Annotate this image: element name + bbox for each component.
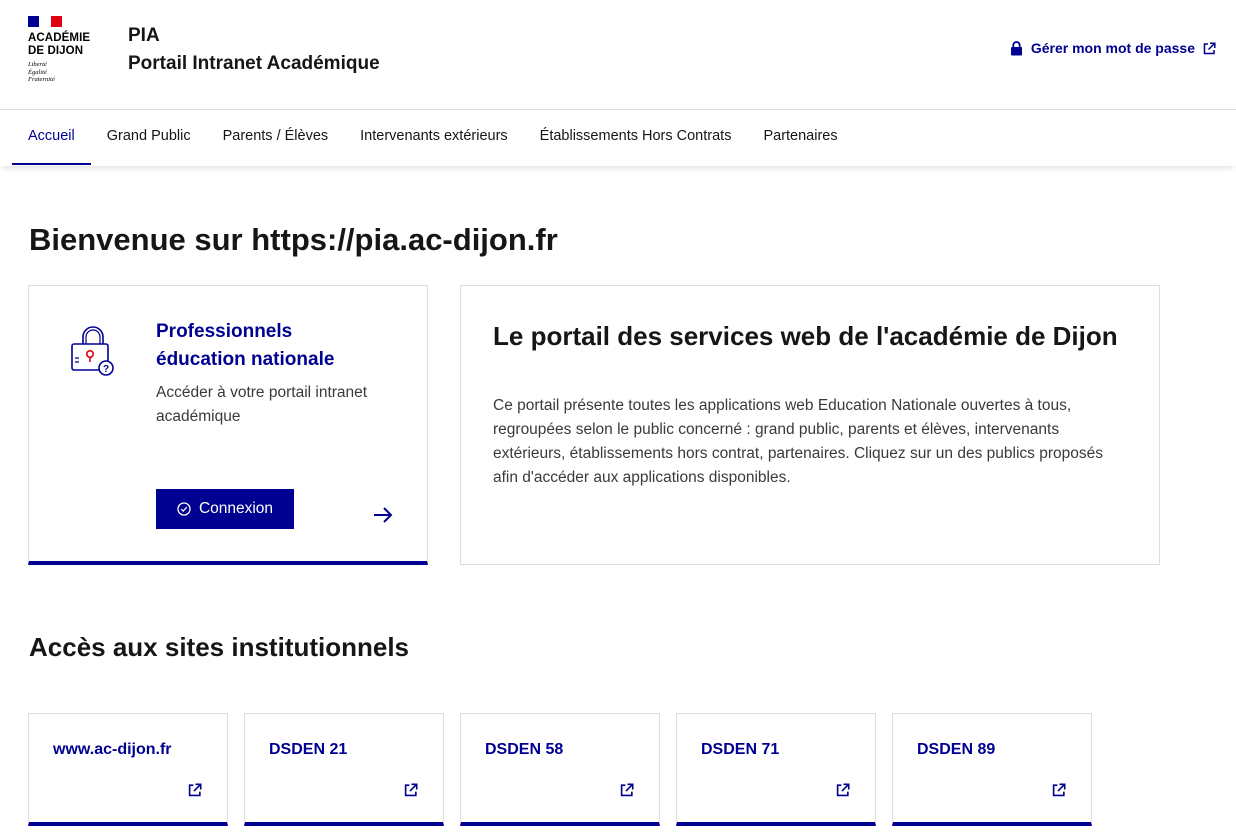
flag-icon	[28, 16, 62, 27]
manage-password-link[interactable]: Gérer mon mot de passe	[1010, 40, 1216, 56]
external-link-icon	[1203, 41, 1216, 54]
nav-item-parents-eleves[interactable]: Parents / Élèves	[207, 110, 345, 165]
pro-card-title[interactable]: Professionnels éducation nationale	[156, 318, 386, 374]
main-navigation: Accueil Grand Public Parents / Élèves In…	[0, 110, 1236, 166]
site-tile-dsden-89[interactable]: DSDEN 89	[892, 713, 1092, 826]
logo-line: ACADÉMIE	[28, 32, 91, 44]
site-subtitle[interactable]: Portail Intranet Académique	[128, 52, 380, 76]
site-header: ACADÉMIE DE DIJON Liberté Égalité Frater…	[0, 0, 1236, 110]
nav-item-etablissements[interactable]: Établissements Hors Contrats	[524, 110, 748, 165]
tile-label: DSDEN 89	[917, 741, 996, 758]
nav-item-accueil[interactable]: Accueil	[12, 110, 91, 165]
site-tile-dsden-71[interactable]: DSDEN 71	[676, 713, 876, 826]
tile-label: DSDEN 71	[701, 741, 780, 758]
tile-label: www.ac-dijon.fr	[53, 741, 172, 758]
connexion-button[interactable]: Connexion	[156, 489, 294, 529]
nav-item-grand-public[interactable]: Grand Public	[91, 110, 207, 165]
site-tile-ac-dijon[interactable]: www.ac-dijon.fr	[28, 713, 228, 826]
logo-motto: Liberté Égalité Fraternité	[28, 61, 108, 84]
site-tile-dsden-58[interactable]: DSDEN 58	[460, 713, 660, 826]
nav-item-intervenants[interactable]: Intervenants extérieurs	[344, 110, 524, 165]
manage-password-label: Gérer mon mot de passe	[1030, 40, 1195, 56]
site-tile-dsden-21[interactable]: DSDEN 21	[244, 713, 444, 826]
tile-label: DSDEN 21	[269, 741, 348, 758]
info-card-text: Ce portail présente toutes les applicati…	[493, 397, 1103, 486]
padlock-help-icon: ?	[71, 326, 114, 376]
lock-icon	[1010, 40, 1022, 55]
logo-title: ACADÉMIE DE DIJON	[28, 32, 108, 58]
arrow-right-icon[interactable]	[372, 506, 394, 524]
svg-text:?: ?	[103, 364, 109, 375]
page-title: Bienvenue sur https://pia.ac-dijon.fr	[29, 222, 558, 257]
motto-line: Égalité	[28, 68, 47, 76]
check-circle-icon	[177, 502, 191, 516]
motto-line: Liberté	[28, 61, 47, 68]
motto-line: Fraternité	[28, 76, 55, 83]
portal-info-card: Le portail des services web de l'académi…	[460, 285, 1160, 565]
external-link-icon	[836, 783, 850, 797]
institutional-sites-title: Accès aux sites institutionnels	[29, 632, 410, 662]
external-link-icon	[1052, 783, 1066, 797]
nav-item-partenaires[interactable]: Partenaires	[747, 110, 853, 165]
external-link-icon	[404, 783, 418, 797]
academie-logo[interactable]: ACADÉMIE DE DIJON Liberté Égalité Frater…	[28, 16, 108, 84]
info-card-title: Le portail des services web de l'académi…	[493, 321, 1118, 351]
external-link-icon	[620, 783, 634, 797]
pro-card-description: Accéder à votre portail intranet académi…	[156, 384, 368, 425]
professionals-card[interactable]: ? Professionnels éducation nationale Acc…	[28, 285, 428, 565]
logo-line: DE DIJON	[28, 45, 84, 57]
external-link-icon	[188, 783, 202, 797]
tile-label: DSDEN 58	[485, 741, 564, 758]
connexion-label: Connexion	[198, 500, 274, 517]
nav-items: Accueil Grand Public Parents / Élèves In…	[12, 110, 854, 166]
site-name[interactable]: PIA	[128, 24, 160, 48]
